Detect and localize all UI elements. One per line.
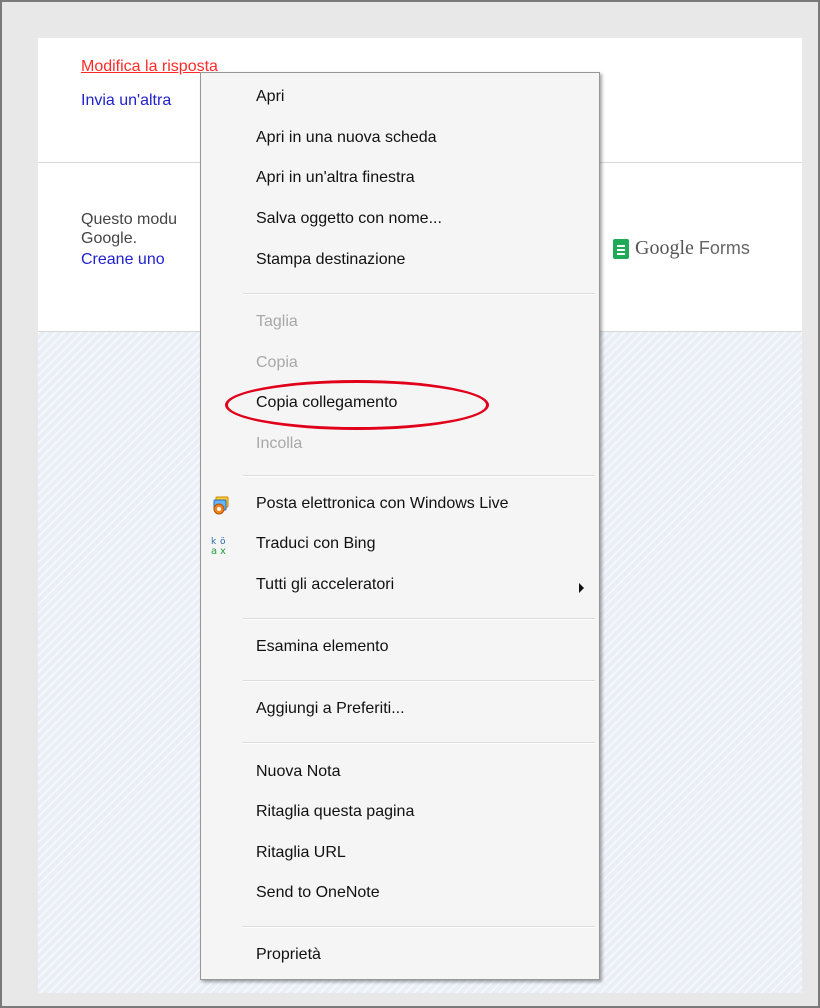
menu-item-esamina-elemento[interactable]: Esamina elemento — [256, 638, 389, 656]
menu-item-copia: Copia — [256, 354, 298, 371]
svg-text:a: a — [211, 546, 217, 555]
context-menu: Apri Apri in una nuova scheda Apri in un… — [200, 72, 600, 980]
menu-item-send-onenote[interactable]: Send to OneNote — [256, 884, 380, 902]
menu-item-taglia: Taglia — [256, 313, 298, 330]
menu-item-traduci-bing[interactable]: Traduci con Bing — [256, 535, 375, 553]
bing-translate-icon: k ö a x — [211, 537, 226, 555]
menu-item-ritaglia-url[interactable]: Ritaglia URL — [256, 844, 346, 862]
menu-separator — [243, 618, 595, 620]
menu-separator — [243, 926, 595, 928]
menu-separator — [243, 742, 595, 744]
menu-item-apri-altra-finestra[interactable]: Apri in un'altra finestra — [256, 169, 415, 187]
footer-text: Questo modu — [81, 211, 178, 228]
menu-item-proprieta[interactable]: Proprietà — [256, 946, 321, 964]
submit-another-link[interactable]: Invia un'altra — [81, 92, 171, 110]
create-form-link[interactable]: Creane uno — [81, 251, 165, 269]
menu-item-nuova-nota[interactable]: Nuova Nota — [256, 763, 341, 781]
menu-item-incolla: Incolla — [256, 435, 303, 452]
google-forms-logo[interactable]: Google Forms — [613, 237, 750, 260]
google-forms-icon — [613, 238, 629, 259]
svg-text:x: x — [220, 546, 226, 555]
menu-separator — [243, 680, 595, 682]
menu-separator — [243, 293, 595, 295]
logo-forms-text: Forms — [693, 238, 750, 258]
windows-live-mail-icon — [213, 496, 229, 515]
menu-item-tutti-acceleratori[interactable]: Tutti gli acceleratori — [256, 576, 394, 594]
menu-item-posta-windows-live[interactable]: Posta elettronica con Windows Live — [256, 495, 509, 513]
edit-response-link[interactable]: Modifica la risposta — [81, 58, 218, 76]
submenu-arrow-icon — [579, 583, 584, 593]
menu-item-apri[interactable]: Apri — [256, 88, 284, 106]
menu-separator — [243, 475, 595, 477]
menu-item-aggiungi-preferiti[interactable]: Aggiungi a Preferiti... — [256, 700, 405, 718]
footer-text-google: Google. — [81, 230, 138, 247]
highlight-annotation — [225, 380, 489, 430]
menu-item-stampa-destinazione[interactable]: Stampa destinazione — [256, 251, 405, 269]
menu-item-apri-nuova-scheda[interactable]: Apri in una nuova scheda — [256, 129, 437, 147]
menu-item-ritaglia-pagina[interactable]: Ritaglia questa pagina — [256, 803, 414, 821]
logo-google-text: Google — [635, 237, 694, 259]
menu-item-salva-oggetto[interactable]: Salva oggetto con nome... — [256, 210, 442, 228]
